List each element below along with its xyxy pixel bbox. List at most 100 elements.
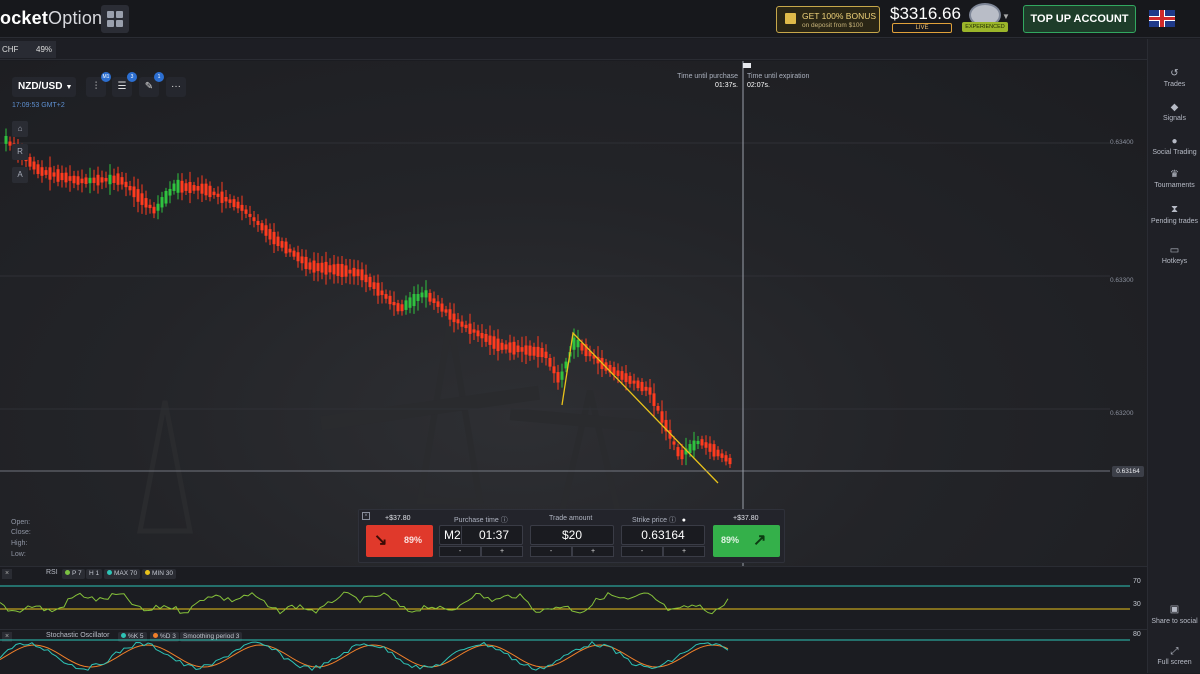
candle-body bbox=[492, 336, 496, 349]
time-until-purchase-label: Time until purchase bbox=[677, 73, 738, 80]
candle-body bbox=[88, 177, 92, 184]
drawings-button[interactable]: ✎ 1 bbox=[139, 72, 164, 97]
candle-body bbox=[180, 180, 184, 193]
candle-body bbox=[64, 172, 68, 183]
candle-body bbox=[320, 262, 324, 273]
asset-selector[interactable]: NZD/USD ▼ bbox=[12, 77, 76, 97]
candle-body bbox=[160, 197, 164, 208]
candle-body bbox=[572, 337, 576, 350]
candlestick-chart[interactable] bbox=[0, 61, 1147, 571]
strike-decrease-button[interactable]: - bbox=[621, 546, 663, 557]
candle-body bbox=[644, 386, 648, 391]
candle-body bbox=[140, 193, 144, 205]
stochastic-d-line bbox=[0, 644, 729, 668]
account-type-badge[interactable]: LIVE bbox=[892, 23, 952, 33]
sidebar-item-social-trading[interactable]: ● Social Trading bbox=[1148, 137, 1200, 157]
history-icon: ↺ bbox=[1170, 68, 1179, 79]
candle-body bbox=[164, 190, 168, 204]
candle-body bbox=[448, 309, 452, 320]
top-up-button[interactable]: TOP UP ACCOUNT bbox=[1023, 5, 1136, 33]
sidebar-item-hotkeys[interactable]: ▭ Hotkeys bbox=[1148, 246, 1200, 266]
purchase-time-label: Purchase time ⓘ bbox=[454, 517, 508, 524]
candle-body bbox=[424, 290, 428, 298]
more-options-button[interactable]: ··· bbox=[166, 77, 186, 97]
sell-button[interactable]: ↘ 89% bbox=[366, 525, 433, 557]
candle-body bbox=[632, 380, 636, 384]
background-derrick bbox=[136, 400, 194, 534]
time-until-expiration-label: Time until expiration bbox=[747, 73, 810, 80]
time-increase-button[interactable]: + bbox=[481, 546, 523, 557]
candle-body bbox=[200, 183, 204, 194]
time-mode[interactable]: M2 bbox=[444, 528, 461, 542]
candle-body bbox=[92, 177, 96, 183]
candle-body bbox=[420, 292, 424, 298]
trade-amount-field[interactable]: $20 bbox=[530, 525, 614, 545]
arrow-up-right-icon: ↗ bbox=[753, 532, 767, 549]
candle-body bbox=[396, 303, 400, 312]
amount-decrease-button[interactable]: - bbox=[530, 546, 572, 557]
candle-body bbox=[540, 347, 544, 358]
candle-body bbox=[548, 357, 552, 367]
strike-price-field[interactable]: 0.63164 bbox=[621, 525, 705, 545]
candle-body bbox=[640, 381, 644, 392]
sidebar-item-pending-trades[interactable]: ⧗ Pending trades bbox=[1148, 205, 1200, 226]
time-decrease-button[interactable]: - bbox=[439, 546, 481, 557]
share-to-social-button[interactable]: ▣ Share to social bbox=[1148, 605, 1200, 626]
candle-body bbox=[232, 199, 236, 208]
purchase-time-field[interactable]: M2 01:37 bbox=[439, 525, 523, 545]
candle-body bbox=[296, 252, 300, 262]
amount-increase-button[interactable]: + bbox=[572, 546, 614, 557]
candle-body bbox=[488, 335, 492, 345]
candle-body bbox=[524, 345, 528, 355]
ohlc-close-label: Close: bbox=[11, 529, 31, 536]
screenshot-icon[interactable]: ⌂ bbox=[12, 121, 28, 137]
buy-button[interactable]: 89% ↗ bbox=[713, 525, 780, 557]
logo[interactable]: ocketOption bbox=[0, 8, 102, 29]
gift-icon bbox=[785, 13, 796, 24]
rsi-panel[interactable]: × RSI P 7 H 1 MAX 70 MIN 30 70 30 bbox=[0, 566, 1147, 630]
uk-flag-icon[interactable] bbox=[1149, 10, 1175, 27]
candle-body bbox=[108, 174, 112, 185]
full-screen-button[interactable]: ⤢ Full screen bbox=[1148, 646, 1200, 667]
strike-increase-button[interactable]: + bbox=[663, 546, 705, 557]
balance-amount[interactable]: $3316.66 bbox=[890, 4, 961, 24]
side-button-a[interactable]: A bbox=[12, 167, 28, 183]
candle-body bbox=[480, 332, 484, 339]
candle-body bbox=[528, 345, 532, 356]
candle-body bbox=[388, 295, 392, 305]
drawings-count-badge: 1 bbox=[154, 72, 164, 82]
candle-body bbox=[148, 204, 152, 209]
candle-body bbox=[504, 344, 508, 350]
current-price-tag: 0.63164 bbox=[1112, 466, 1144, 477]
candle-body bbox=[112, 175, 116, 183]
sidebar-item-trades[interactable]: ↺ Trades bbox=[1148, 68, 1200, 89]
candle-body bbox=[380, 290, 384, 296]
apps-grid-button[interactable] bbox=[101, 5, 129, 33]
candle-body bbox=[412, 294, 416, 307]
chart-type-button[interactable]: ⫶ M1 bbox=[86, 72, 111, 97]
candle-body bbox=[648, 387, 652, 395]
asset-tab[interactable]: CHF 49% bbox=[0, 41, 56, 58]
side-button-r[interactable]: R bbox=[12, 144, 28, 160]
candle-body bbox=[680, 449, 684, 460]
candle-body bbox=[96, 174, 100, 186]
expand-icon: ⤢ bbox=[1170, 646, 1179, 657]
candle-body bbox=[576, 339, 580, 348]
sidebar-item-signals[interactable]: ◆ Signals bbox=[1148, 103, 1200, 123]
candle-body bbox=[340, 264, 344, 277]
candle-body bbox=[312, 260, 316, 273]
bonus-button[interactable]: GET 100% BONUS on deposit from $100 bbox=[776, 6, 880, 33]
candle-body bbox=[724, 455, 728, 462]
candle-body bbox=[512, 341, 516, 355]
candle-body bbox=[76, 176, 80, 185]
candle-body bbox=[104, 177, 108, 182]
price-chart[interactable] bbox=[0, 61, 1147, 571]
collapse-icon[interactable]: × bbox=[362, 512, 370, 520]
indicators-button[interactable]: ☰ 3 bbox=[112, 72, 137, 97]
candle-body bbox=[212, 191, 216, 196]
candle-body bbox=[408, 297, 412, 308]
sidebar-item-tournaments[interactable]: ♛ Tournaments bbox=[1148, 170, 1200, 190]
candle-body bbox=[116, 173, 120, 185]
chevron-down-icon[interactable]: ▼ bbox=[1002, 12, 1010, 21]
stochastic-panel[interactable]: × Stochastic Oscillator %K 5 %D 3 Smooth… bbox=[0, 629, 1147, 673]
